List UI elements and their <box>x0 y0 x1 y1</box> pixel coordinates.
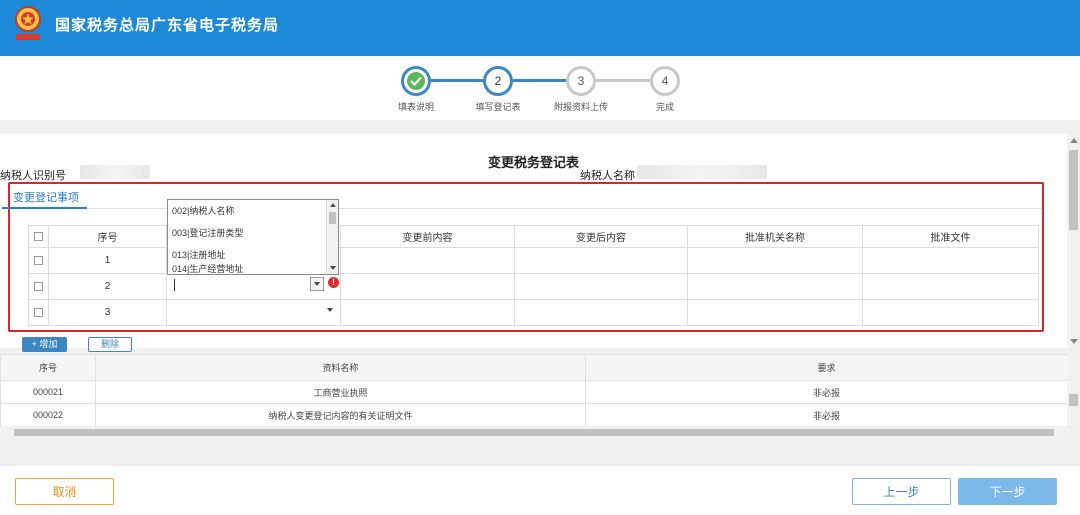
row-select-cell[interactable] <box>28 273 49 300</box>
scroll-down-icon[interactable] <box>1070 339 1078 344</box>
attachments-header-row: 序号 资料名称 要求 <box>0 354 1068 381</box>
step-3-label: 附报资料上传 <box>553 102 609 112</box>
tab-underline <box>2 207 87 209</box>
step-4-label: 完成 <box>655 102 675 112</box>
step-4: 4 <box>650 66 680 96</box>
step-2: 2 <box>483 66 513 96</box>
row-select-cell[interactable] <box>28 299 49 326</box>
document-cell[interactable] <box>862 247 1039 274</box>
row-seq: 1 <box>48 247 167 274</box>
tax-emblem-icon <box>15 6 41 40</box>
next-step-button[interactable]: 下一步 <box>958 478 1057 505</box>
change-item-select[interactable] <box>166 299 341 326</box>
authority-cell[interactable] <box>687 247 863 274</box>
scroll-down-icon[interactable] <box>330 266 336 270</box>
before-content-cell[interactable] <box>340 299 515 326</box>
authority-cell[interactable] <box>687 299 863 326</box>
att-name: 工商营业执照 <box>95 380 586 404</box>
authority-cell[interactable] <box>687 273 863 300</box>
dropdown-option[interactable]: 003|登记注册类型 <box>168 222 338 244</box>
dropdown-option[interactable]: 014|生产经营地址 <box>168 258 338 274</box>
panel-scrollbar[interactable] <box>1067 134 1080 348</box>
col-header-seq: 序号 <box>48 225 167 248</box>
row-checkbox[interactable] <box>34 255 43 265</box>
att-header-req: 要求 <box>585 354 1068 381</box>
before-content-cell[interactable] <box>340 273 515 300</box>
scroll-up-icon[interactable] <box>1070 138 1078 143</box>
table-row: 3 <box>28 299 1039 326</box>
step-1-label: 填表说明 <box>397 102 435 112</box>
col-header-after: 变更后内容 <box>514 225 688 248</box>
step-connector <box>431 79 483 82</box>
step-3: 3 <box>566 66 596 96</box>
row-seq: 3 <box>48 299 167 326</box>
text-cursor <box>174 279 175 291</box>
row-checkbox[interactable] <box>34 281 43 291</box>
scrollbar-thumb[interactable] <box>1069 150 1078 230</box>
col-header-before: 变更前内容 <box>340 225 515 248</box>
error-icon: ! <box>328 277 339 288</box>
att-id: 000022 <box>0 403 96 427</box>
previous-step-button[interactable]: 上一步 <box>852 478 951 505</box>
add-row-button[interactable]: + 增加 <box>22 337 67 352</box>
after-content-cell[interactable] <box>514 299 688 326</box>
chevron-down-icon <box>314 282 320 286</box>
col-header-document: 批准文件 <box>862 225 1039 248</box>
check-icon <box>407 72 425 90</box>
col-header-authority: 批准机关名称 <box>687 225 863 248</box>
dropdown-option[interactable]: 002|纳税人名称 <box>168 200 338 222</box>
form-title: 变更税务登记表 <box>487 155 579 170</box>
att-req: 非必报 <box>585 403 1068 427</box>
select-toggle-button[interactable] <box>310 277 324 291</box>
step-2-label: 填写登记表 <box>475 102 521 112</box>
att-req: 非必报 <box>585 380 1068 404</box>
dropdown-scroll-thumb[interactable] <box>329 212 336 224</box>
select-all-cell[interactable] <box>28 225 49 248</box>
chevron-down-icon[interactable] <box>327 308 333 312</box>
taxpayer-name-label: 纳税人名称 <box>580 170 635 182</box>
horizontal-scrollbar[interactable] <box>0 426 1067 439</box>
scrollbar-thumb[interactable] <box>1069 394 1078 406</box>
att-name: 纳税人变更登记内容的有关证明文件 <box>95 403 586 427</box>
after-content-cell[interactable] <box>514 247 688 274</box>
before-content-cell[interactable] <box>340 247 515 274</box>
scrollbar-thumb[interactable] <box>14 429 1054 436</box>
row-checkbox[interactable] <box>34 307 43 317</box>
taxpayer-id-value-masked <box>80 165 150 179</box>
taxpayer-id-label: 纳税人识别号 <box>0 170 66 182</box>
after-content-cell[interactable] <box>514 273 688 300</box>
scroll-up-icon[interactable] <box>330 203 336 207</box>
cancel-button[interactable]: 取消 <box>15 478 114 505</box>
row-select-cell[interactable] <box>28 247 49 274</box>
dropdown-scrollbar[interactable] <box>326 200 338 274</box>
document-cell[interactable] <box>862 273 1039 300</box>
step-indicator <box>0 56 1080 120</box>
row-seq: 2 <box>48 273 167 300</box>
taxpayer-name-value-masked <box>637 165 767 179</box>
site-title: 国家税务总局广东省电子税务局 <box>55 17 280 34</box>
attachments-table: 序号 资料名称 要求 000021 工商营业执照 非必报 000022 纳税人变… <box>0 354 1068 427</box>
document-cell[interactable] <box>862 299 1039 326</box>
table-row[interactable]: 000021 工商营业执照 非必报 <box>0 380 1068 404</box>
att-id: 000021 <box>0 380 96 404</box>
change-item-dropdown[interactable]: 002|纳税人名称 003|登记注册类型 013|注册地址 014|生产经营地址 <box>167 199 339 275</box>
att-header-name: 资料名称 <box>95 354 586 381</box>
select-all-checkbox[interactable] <box>34 231 43 241</box>
table-row: 2 <box>28 273 1039 300</box>
tab-change-items[interactable]: 变更登记事项 <box>13 189 79 205</box>
delete-row-button[interactable]: 删除 <box>88 337 132 352</box>
step-1 <box>401 66 431 96</box>
step-connector <box>596 79 650 82</box>
att-header-seq: 序号 <box>0 354 96 381</box>
app-header: 国家税务总局广东省电子税务局 <box>0 0 1080 56</box>
step-connector <box>513 79 566 82</box>
table-row[interactable]: 000022 纳税人变更登记内容的有关证明文件 非必报 <box>0 403 1068 427</box>
attachments-scrollbar[interactable] <box>1067 354 1080 426</box>
